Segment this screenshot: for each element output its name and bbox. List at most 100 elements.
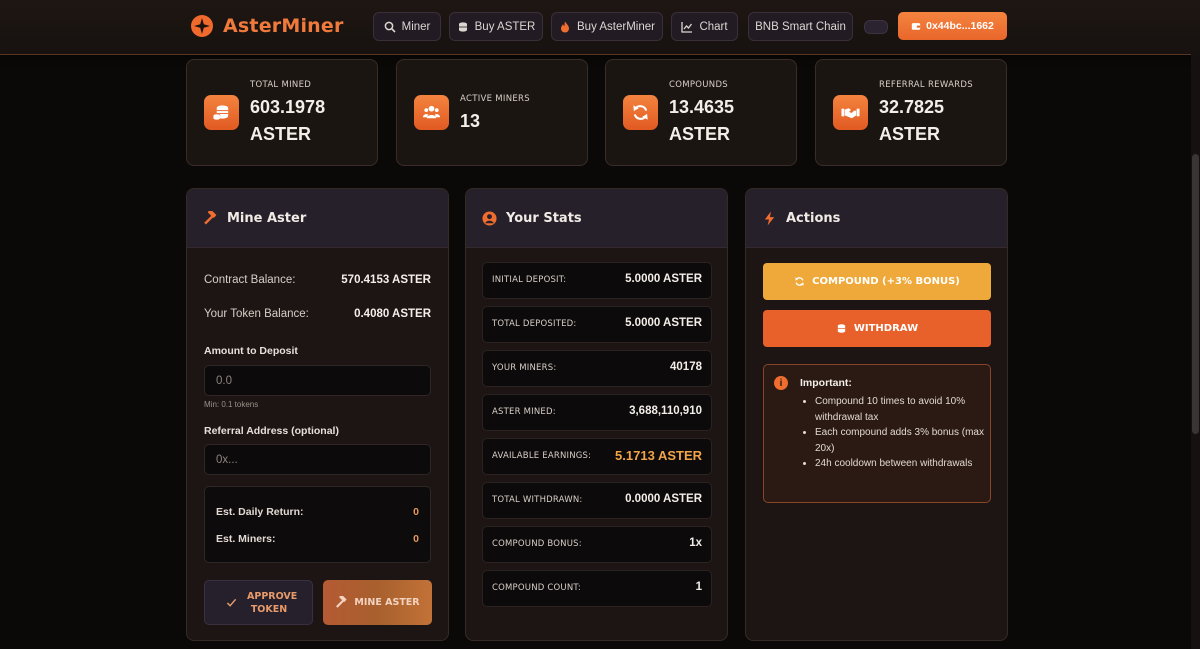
stat-row-value: 0.0000 ASTER bbox=[625, 493, 702, 505]
stat-row-compound-bonus: COMPOUND BONUS: 1x bbox=[482, 526, 712, 563]
scrollbar-thumb[interactable] bbox=[1192, 154, 1199, 434]
stat-card-compounds: COMPOUNDS 13.4635 ASTER bbox=[605, 59, 797, 166]
stat-row-value: 1x bbox=[689, 537, 702, 549]
withdraw-button[interactable]: WITHDRAW bbox=[763, 310, 991, 347]
contract-balance-value: 570.4153 ASTER bbox=[341, 274, 431, 286]
stat-row-total-withdrawn: TOTAL WITHDRAWN: 0.0000 ASTER bbox=[482, 482, 712, 519]
est-miners-label: Est. Miners: bbox=[216, 533, 276, 545]
est-daily-value: 0 bbox=[413, 506, 419, 518]
stat-row-value: 40178 bbox=[670, 361, 702, 373]
mine-panel: Mine Aster Contract Balance: 570.4153 AS… bbox=[186, 188, 449, 641]
coins-icon bbox=[204, 95, 239, 130]
notice-item: 24h cooldown between withdrawals bbox=[815, 456, 985, 472]
check-icon bbox=[226, 598, 237, 607]
your-stats-title: Your Stats bbox=[506, 210, 582, 226]
notice-item: Each compound adds 3% bonus (max 20x) bbox=[815, 425, 985, 456]
stat-label: TOTAL MINED bbox=[250, 80, 312, 90]
notice-list: Compound 10 times to avoid 10% withdrawa… bbox=[792, 394, 985, 472]
stat-row-label: TOTAL WITHDRAWN: bbox=[492, 495, 583, 505]
stat-row-total-deposited: TOTAL DEPOSITED: 5.0000 ASTER bbox=[482, 306, 712, 343]
stat-card-referral-rewards: REFERRAL REWARDS 32.7825 ASTER bbox=[815, 59, 1007, 166]
stat-value: 13.4635 ASTER bbox=[669, 97, 735, 144]
mine-aster-button[interactable]: MINE ASTER bbox=[323, 580, 432, 625]
stat-row-label: ASTER MINED: bbox=[492, 407, 556, 417]
stat-row-aster-mined: ASTER MINED: 3,688,110,910 bbox=[482, 394, 712, 431]
stat-card-active-miners: ACTIVE MINERS 13 bbox=[396, 59, 588, 166]
stat-row-value: 3,688,110,910 bbox=[629, 405, 702, 417]
stat-row-value: 1 bbox=[695, 581, 702, 593]
chart-icon bbox=[681, 21, 693, 33]
wallet-address: 0x44bc...1662 bbox=[926, 20, 994, 32]
users-icon bbox=[414, 95, 449, 130]
nav-buy-asterminer-label: Buy AsterMiner bbox=[577, 20, 655, 33]
stat-value: 13 bbox=[460, 111, 481, 131]
stat-row-label: INITIAL DEPOSIT: bbox=[492, 275, 567, 285]
network-selector-button[interactable]: BNB Smart Chain bbox=[748, 12, 853, 41]
stat-row-value: 5.0000 ASTER bbox=[625, 273, 702, 285]
stat-row-your-miners: YOUR MINERS: 40178 bbox=[482, 350, 712, 387]
theme-toggle[interactable] bbox=[864, 20, 888, 34]
amount-input[interactable] bbox=[204, 365, 431, 396]
compound-button[interactable]: COMPOUND (+3% BONUS) bbox=[763, 263, 991, 300]
nav-chart-button[interactable]: Chart bbox=[671, 12, 738, 41]
stat-row-available-earnings: AVAILABLE EARNINGS: 5.1713 ASTER bbox=[482, 438, 712, 475]
stat-row-label: COMPOUND COUNT: bbox=[492, 583, 581, 593]
estimate-box: Est. Daily Return: 0 Est. Miners: 0 bbox=[204, 486, 431, 563]
nav-buy-aster-button[interactable]: Buy ASTER bbox=[449, 12, 543, 41]
stat-card-total-mined: TOTAL MINED 603.1978 ASTER bbox=[186, 59, 378, 166]
actions-panel: Actions COMPOUND (+3% BONUS) WITHDRAW i … bbox=[745, 188, 1008, 641]
contract-balance-label: Contract Balance: bbox=[204, 274, 296, 286]
stat-label: COMPOUNDS bbox=[669, 80, 728, 90]
est-miners-value: 0 bbox=[413, 533, 419, 545]
compound-label: COMPOUND (+3% BONUS) bbox=[812, 276, 960, 287]
approve-token-button[interactable]: APPROVE TOKEN bbox=[204, 580, 313, 625]
nav-buy-aster-label: Buy ASTER bbox=[474, 20, 536, 33]
referral-label: Referral Address (optional) bbox=[204, 425, 339, 437]
withdraw-label: WITHDRAW bbox=[853, 323, 919, 334]
min-hint: Min: 0.1 tokens bbox=[204, 400, 259, 409]
aster-logo-icon bbox=[191, 15, 213, 37]
coins-icon bbox=[837, 324, 846, 333]
nav-buy-asterminer-button[interactable]: Buy AsterMiner bbox=[551, 12, 663, 41]
user-circle-icon bbox=[482, 210, 497, 226]
logo[interactable]: AsterMiner bbox=[190, 14, 344, 38]
nav-chart-label: Chart bbox=[699, 20, 728, 33]
refresh-icon bbox=[623, 95, 658, 130]
stat-label: ACTIVE MINERS bbox=[460, 94, 530, 104]
your-stats-panel: Your Stats INITIAL DEPOSIT: 5.0000 ASTER… bbox=[465, 188, 728, 641]
network-label: BNB Smart Chain bbox=[755, 20, 846, 33]
referral-address-input[interactable] bbox=[204, 444, 431, 475]
top-bar: AsterMiner Miner Buy ASTER Buy AsterMine… bbox=[0, 0, 1200, 55]
token-balance-value: 0.4080 ASTER bbox=[354, 308, 431, 320]
nav-miner-label: Miner bbox=[401, 20, 431, 33]
stat-label: REFERRAL REWARDS bbox=[879, 80, 973, 90]
mine-panel-header: Mine Aster bbox=[187, 189, 448, 248]
search-icon bbox=[384, 21, 396, 33]
stat-value: 32.7825 ASTER bbox=[879, 97, 945, 144]
nav-miner-button[interactable]: Miner bbox=[373, 12, 441, 41]
mine-aster-label: MINE ASTER bbox=[354, 597, 420, 608]
stat-row-value: 5.1713 ASTER bbox=[615, 448, 702, 463]
refresh-icon bbox=[795, 277, 804, 286]
stat-row-label: TOTAL DEPOSITED: bbox=[492, 319, 577, 329]
stat-row-label: COMPOUND BONUS: bbox=[492, 539, 582, 549]
stat-row-compound-count: COMPOUND COUNT: 1 bbox=[482, 570, 712, 607]
scrollbar-track[interactable] bbox=[1191, 54, 1200, 649]
notice-title: Important: bbox=[800, 377, 852, 389]
stat-row-label: YOUR MINERS: bbox=[492, 363, 557, 373]
hammer-icon bbox=[336, 596, 347, 608]
stat-row-value: 5.0000 ASTER bbox=[625, 317, 702, 329]
actions-title: Actions bbox=[786, 210, 841, 226]
mine-panel-title: Mine Aster bbox=[227, 210, 307, 226]
amount-label: Amount to Deposit bbox=[204, 345, 298, 357]
hammer-icon bbox=[204, 210, 217, 225]
stat-value: 603.1978 ASTER bbox=[250, 97, 326, 144]
stat-row-initial-deposit: INITIAL DEPOSIT: 5.0000 ASTER bbox=[482, 262, 712, 299]
actions-header: Actions bbox=[746, 189, 1007, 248]
wallet-icon bbox=[911, 23, 921, 30]
approve-token-label: APPROVE TOKEN bbox=[247, 590, 298, 615]
lightning-icon bbox=[764, 210, 775, 226]
token-balance-label: Your Token Balance: bbox=[204, 308, 309, 320]
your-stats-header: Your Stats bbox=[466, 189, 727, 248]
wallet-button[interactable]: 0x44bc...1662 bbox=[898, 12, 1007, 40]
